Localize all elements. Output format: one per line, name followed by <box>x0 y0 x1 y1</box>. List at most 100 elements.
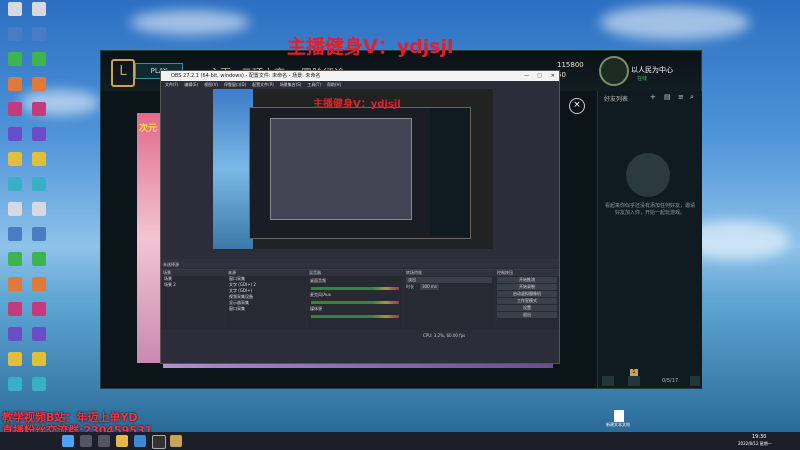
avatar[interactable] <box>599 56 629 86</box>
obs-preview[interactable]: 主播健身V：ydjsjl <box>213 89 493 249</box>
shortcut-glyph-icon <box>8 327 22 341</box>
browser-icon[interactable] <box>134 435 146 447</box>
obs-title: OBS 27.2.1 (64-bit, windows) - 配置文件: 未命名… <box>171 73 321 79</box>
obs-menu-item[interactable]: 视图(V) <box>204 82 218 87</box>
shortcut-glyph-icon <box>8 352 22 366</box>
obs-menu-item[interactable]: 文件(F) <box>165 82 178 87</box>
help-icon[interactable] <box>690 376 700 386</box>
league-taskbar-icon[interactable] <box>170 435 182 447</box>
desktop-shortcut-icon[interactable] <box>26 327 52 351</box>
minimize-button[interactable]: — <box>524 71 529 81</box>
shortcut-glyph-icon <box>32 302 46 316</box>
obs-menu-item[interactable]: 帮助(H) <box>327 82 341 87</box>
shortcut-glyph-icon <box>8 177 22 191</box>
control-button[interactable]: 设置 <box>497 305 557 311</box>
desktop-shortcut-icon[interactable] <box>26 27 52 51</box>
shortcut-glyph-icon <box>8 2 22 16</box>
bottom-counter: 0/5/17 <box>662 378 679 384</box>
desktop-shortcut-icon[interactable] <box>2 127 28 151</box>
control-button[interactable]: 开始录制 <box>497 284 557 290</box>
mixer-list: 桌面音频 麦克风/Aux 媒体源 <box>307 278 403 318</box>
desktop-shortcut-icon[interactable] <box>2 302 28 326</box>
task-view-icon[interactable] <box>98 435 110 447</box>
desktop-shortcut-icon[interactable] <box>2 252 28 276</box>
desktop-shortcut-icon[interactable] <box>2 327 28 351</box>
desktop-shortcut-icon[interactable] <box>2 152 28 176</box>
maximize-button[interactable]: □ <box>537 71 542 81</box>
shortcut-glyph-icon <box>32 352 46 366</box>
add-friend-icon[interactable]: + <box>650 93 656 101</box>
scene-item[interactable]: 场景 2 <box>161 282 225 288</box>
search-icon[interactable]: ⌕ <box>690 93 694 102</box>
nested-friends-panel <box>430 108 470 236</box>
source-item[interactable]: 窗口采集 <box>226 306 306 312</box>
shortcut-glyph-icon <box>8 377 22 391</box>
obs-menu-item[interactable]: 停靠窗口(D) <box>224 82 246 87</box>
volume-meter[interactable] <box>311 315 399 318</box>
obs-menu-item[interactable]: 编辑(E) <box>184 82 198 87</box>
desktop-shortcut-icon[interactable] <box>26 177 52 201</box>
desktop-shortcut-icon[interactable] <box>26 77 52 101</box>
control-button[interactable]: 工作室模式 <box>497 298 557 304</box>
desktop-shortcut-icon[interactable] <box>2 2 28 26</box>
control-button[interactable]: 开始推流 <box>497 277 557 283</box>
mixer-dock: 混音器 桌面音频 麦克风/Aux 媒体源 <box>307 269 403 330</box>
obs-menu-item[interactable]: 场景集合(S) <box>280 82 302 87</box>
nested-capture-window <box>249 107 471 239</box>
missions-icon[interactable] <box>628 376 640 386</box>
desktop-shortcut-icon[interactable] <box>26 302 52 326</box>
start-icon[interactable] <box>62 435 74 447</box>
desktop-shortcut-icon[interactable] <box>26 352 52 376</box>
desktop-shortcut-icon[interactable] <box>26 202 52 226</box>
desktop-shortcut-icon[interactable] <box>26 152 52 176</box>
desktop-shortcut-icon[interactable] <box>2 377 28 401</box>
desktop-shortcut-icon[interactable] <box>2 202 28 226</box>
close-button[interactable]: ✕ <box>551 71 555 81</box>
desktop-shortcut-icon[interactable] <box>2 77 28 101</box>
desktop-shortcut-icon[interactable] <box>2 102 28 126</box>
explorer-icon[interactable] <box>116 435 128 447</box>
profile-status: 在线 <box>637 76 648 82</box>
volume-meter[interactable] <box>311 301 399 304</box>
shortcut-glyph-icon <box>32 177 46 191</box>
desktop-shortcut-icon[interactable] <box>2 52 28 76</box>
mixer-channel-label: 媒体源 <box>310 306 322 311</box>
tray-time: 19:30 <box>752 434 767 440</box>
desktop-shortcut-icon[interactable] <box>26 52 52 76</box>
shortcut-glyph-icon <box>32 27 46 41</box>
desktop-file-icon[interactable] <box>614 410 624 422</box>
obs-window: OBS 27.2.1 (64-bit, windows) - 配置文件: 未命名… <box>160 70 560 364</box>
desktop-shortcut-icon[interactable] <box>26 377 52 401</box>
shortcut-glyph-icon <box>32 127 46 141</box>
volume-meter[interactable] <box>311 287 399 290</box>
desktop-shortcut-icon[interactable] <box>26 2 52 26</box>
control-button[interactable]: 退出 <box>497 312 557 318</box>
transition-select[interactable]: 淡出 <box>406 277 492 283</box>
sources-dock: 来源 窗口采集 文字 (GDI+) 2 文字 (GDI+) 视频采集设备 显示器采集 窗口… <box>226 269 306 330</box>
source-list: 窗口采集 文字 (GDI+) 2 文字 (GDI+) 视频采集设备 显示器采集 窗口采集 <box>226 276 306 312</box>
desktop-shortcut-icon[interactable] <box>26 277 52 301</box>
desktop-shortcut-icon[interactable] <box>26 102 52 126</box>
desktop-shortcut-icon[interactable] <box>2 352 28 376</box>
desktop-shortcut-icon[interactable] <box>2 227 28 251</box>
chat-icon[interactable] <box>602 376 614 386</box>
duration-field[interactable]: 300 ms <box>420 284 439 290</box>
shortcut-glyph-icon <box>32 277 46 291</box>
obs-menu-item[interactable]: 配置文件(P) <box>252 82 274 87</box>
desktop-shortcut-icon[interactable] <box>26 127 52 151</box>
desktop-shortcut-icon[interactable] <box>26 252 52 276</box>
taskbar-search-icon[interactable] <box>80 435 92 447</box>
control-button[interactable]: 启动虚拟摄像机 <box>497 291 557 297</box>
desktop-shortcut-icon[interactable] <box>2 277 28 301</box>
obs-menu-item[interactable]: 工具(T) <box>307 82 321 87</box>
sort-icon[interactable]: ≡ <box>678 93 684 101</box>
background-cloud <box>600 5 750 40</box>
close-banner-icon[interactable]: × <box>569 98 585 114</box>
duration-row: 时长 300 ms <box>404 284 494 290</box>
desktop-shortcut-icon[interactable] <box>2 177 28 201</box>
desktop-shortcut-icon[interactable] <box>26 227 52 251</box>
desktop-shortcut-icon[interactable] <box>2 27 28 51</box>
add-folder-icon[interactable]: ▤ <box>664 93 671 101</box>
obs-taskbar-icon[interactable] <box>152 435 166 449</box>
league-logo-icon: L <box>111 59 135 87</box>
